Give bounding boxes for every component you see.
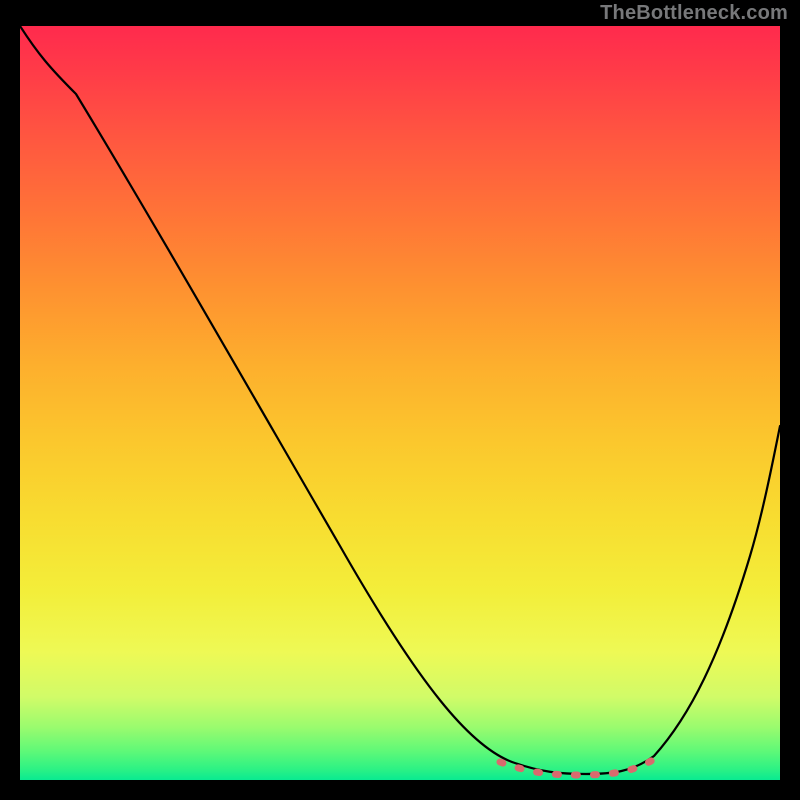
trough-marker (500, 758, 656, 775)
curve-svg (20, 26, 780, 780)
attribution-label: TheBottleneck.com (600, 2, 788, 25)
plot-area (20, 26, 780, 780)
chart-container: TheBottleneck.com (0, 0, 800, 800)
bottleneck-curve (20, 26, 780, 774)
